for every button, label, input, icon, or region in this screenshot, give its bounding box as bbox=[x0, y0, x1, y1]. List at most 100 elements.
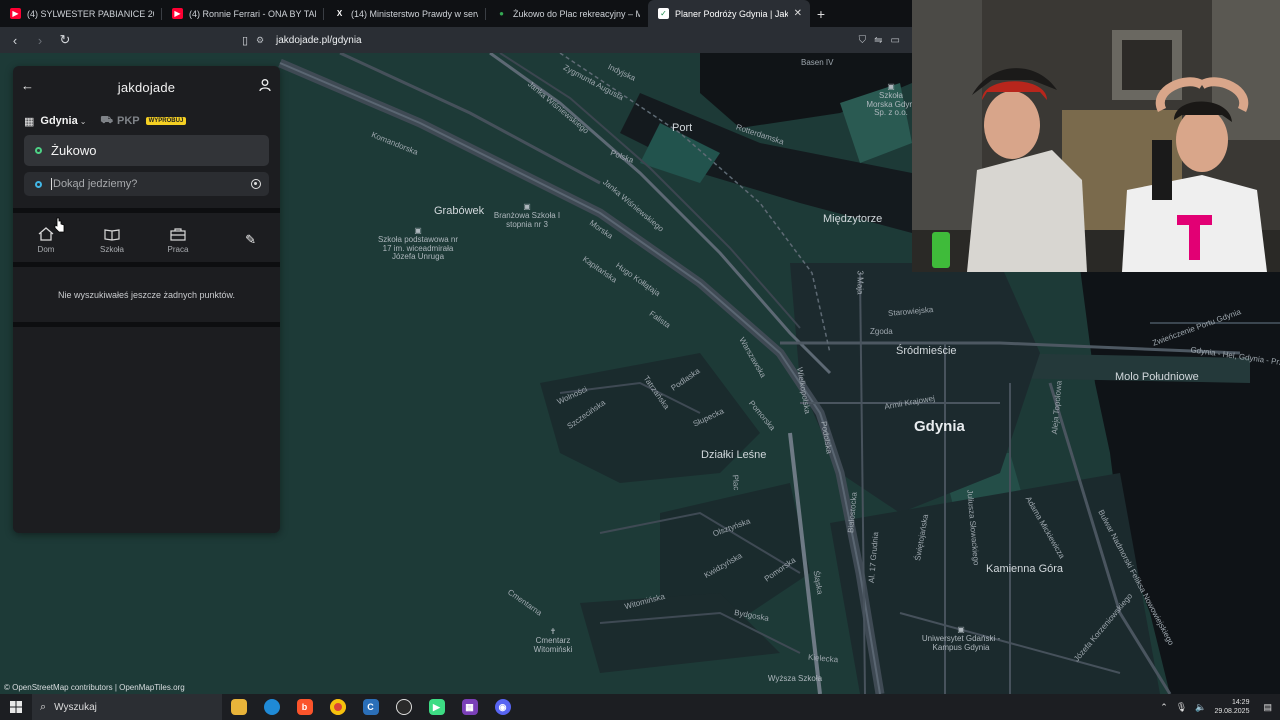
url-text: jakdojade.pl/gdynia bbox=[276, 35, 362, 46]
district-label: Działki Leśne bbox=[701, 449, 767, 461]
webcam-feed-image bbox=[912, 0, 1280, 272]
poi-label: ▣ Szkoła podstawowa nr 17 im. wiceadmira… bbox=[375, 226, 461, 262]
clock[interactable]: 14:29 29.08.2025 bbox=[1214, 698, 1249, 716]
site-info-icon[interactable]: ⚙ bbox=[256, 35, 268, 46]
shortcut-label: Szkoła bbox=[99, 245, 124, 254]
windows-start-icon[interactable] bbox=[0, 701, 32, 713]
divider bbox=[13, 262, 280, 267]
shortcut-home[interactable]: Dom bbox=[13, 226, 79, 254]
destination-dot-icon bbox=[35, 180, 42, 188]
destination-input[interactable] bbox=[51, 178, 251, 190]
search-placeholder: Wyszukaj bbox=[54, 701, 97, 713]
shortcut-label: Dom bbox=[37, 245, 55, 254]
system-tray: ⌃ 🎙 🔈 14:29 29.08.2025 ▤ bbox=[1160, 698, 1280, 716]
divider bbox=[13, 322, 280, 327]
book-icon bbox=[104, 229, 120, 241]
district-label: Grabówek bbox=[434, 205, 485, 217]
back-icon[interactable]: ‹ bbox=[5, 30, 25, 50]
chevron-down-icon[interactable]: ⌄ bbox=[80, 117, 87, 126]
youtube-icon: ▶ bbox=[172, 8, 183, 19]
pkp-toggle[interactable]: ⛟ PKP bbox=[100, 115, 139, 128]
app-icon[interactable]: ▦ bbox=[453, 694, 486, 720]
city-selector-row: ▦ Gdynia ⌄ ⛟ PKP WYPRÓBUJ bbox=[13, 108, 280, 134]
reload-icon[interactable]: ↻ bbox=[55, 30, 75, 50]
taskbar-search[interactable]: ⌕ Wyszukaj bbox=[32, 694, 222, 720]
reader-icon[interactable]: ⇋ bbox=[874, 35, 882, 46]
brave-shield-icon[interactable]: ⛉ bbox=[859, 35, 867, 46]
poi-label: ▣ Branżowa Szkoła I stopnia nr 3 bbox=[492, 202, 562, 229]
browser-tab[interactable]: ● Żukowo do Plac rekreacyjny – Mapy bbox=[486, 0, 648, 27]
map-attribution[interactable]: © OpenStreetMap contributors | OpenMapTi… bbox=[4, 683, 185, 692]
tab-title: Planer Podróży Gdynia | Jakdojad bbox=[675, 8, 788, 19]
city-building-icon: ▦ bbox=[24, 115, 35, 128]
maps-pin-icon: ● bbox=[499, 9, 504, 18]
sidebar-icon[interactable]: ▭ bbox=[891, 35, 900, 46]
street-label: Plac bbox=[730, 474, 741, 491]
pkp-label: PKP bbox=[117, 115, 140, 127]
empty-history-message: Nie wyszukiwałeś jeszcze żadnych punktów… bbox=[57, 290, 236, 300]
district-label: Kamienna Góra bbox=[986, 563, 1064, 575]
microphone-icon[interactable]: 🎙 bbox=[1176, 702, 1187, 713]
try-badge: WYPRÓBUJ bbox=[145, 117, 187, 125]
new-tab-button[interactable]: + bbox=[810, 0, 832, 27]
browser-tab[interactable]: X (14) Ministerstwo Prawdy w serwisie bbox=[324, 0, 486, 27]
poi-label: Wyższa Szkoła bbox=[760, 674, 830, 684]
shortcut-school[interactable]: Szkoła bbox=[79, 226, 145, 254]
x-icon: X bbox=[336, 9, 343, 18]
district-label: Śródmieście bbox=[896, 345, 957, 357]
tab-title: Żukowo do Plac rekreacyjny – Mapy bbox=[513, 8, 640, 19]
brand-logo[interactable]: jakdojade bbox=[118, 80, 175, 95]
browser-tab-active[interactable]: ✓ Planer Podróży Gdynia | Jakdojad ✕ bbox=[648, 0, 810, 27]
speaker-icon[interactable]: 🔈 bbox=[1195, 702, 1206, 713]
briefcase-icon bbox=[170, 228, 186, 241]
city-label: Gdynia bbox=[914, 418, 965, 435]
forward-icon[interactable]: › bbox=[30, 30, 50, 50]
close-tab-icon[interactable]: ✕ bbox=[788, 8, 802, 19]
chevron-up-icon[interactable]: ⌃ bbox=[1160, 702, 1168, 713]
to-field[interactable] bbox=[24, 172, 269, 196]
obs-icon[interactable] bbox=[387, 694, 420, 720]
search-icon: ⌕ bbox=[40, 700, 47, 713]
poi-text: Szkoła Morska Gdyni Sp. z o.o. bbox=[866, 90, 916, 118]
browser-tab-strip: ▶ (4) SYLWESTER PABIANICE 2022 ▶ (4) Ron… bbox=[0, 0, 912, 27]
poi-text: Cmentarz Witomiński bbox=[533, 635, 573, 654]
user-icon[interactable] bbox=[258, 78, 272, 92]
place-label: Molo Południowe bbox=[1115, 371, 1199, 383]
origin-dot-icon bbox=[35, 147, 42, 154]
browser-tab[interactable]: ▶ (4) Ronnie Ferrari - ONA BY TAK CHC bbox=[162, 0, 324, 27]
poi-text: Branżowa Szkoła I stopnia nr 3 bbox=[493, 210, 561, 229]
tab-title: (4) Ronnie Ferrari - ONA BY TAK CHC bbox=[189, 8, 316, 19]
file-explorer-icon[interactable] bbox=[222, 694, 255, 720]
taskbar: ⌕ Wyszukaj b C ▶ ▦ ◉ ⌃ 🎙 🔈 14:29 29.08.2… bbox=[0, 694, 1280, 720]
browser-toolbar: ‹ › ↻ ▯ ⚙ jakdojade.pl/gdynia ⛉ ⇋ ▭ bbox=[0, 27, 912, 53]
locate-me-icon[interactable] bbox=[251, 179, 261, 189]
place-label: Zgoda bbox=[870, 327, 893, 336]
shortcut-work[interactable]: Praca bbox=[145, 226, 211, 254]
divider bbox=[13, 208, 280, 213]
ccleaner-icon[interactable]: C bbox=[354, 694, 387, 720]
poi-text: Wyższa Szkoła bbox=[767, 674, 823, 683]
district-label: Port bbox=[672, 122, 693, 134]
tab-title: (4) SYLWESTER PABIANICE 2022 bbox=[27, 8, 154, 19]
webcam-overlay bbox=[912, 0, 1280, 272]
jakdojade-icon: ✓ bbox=[658, 8, 669, 19]
android-studio-icon[interactable]: ▶ bbox=[420, 694, 453, 720]
poi-label: ▣ Uniwersytet Gdański - Kampus Gdynia bbox=[920, 625, 1002, 652]
bookmark-icon[interactable]: ▯ bbox=[235, 30, 255, 50]
train-icon: ⛟ bbox=[100, 114, 113, 126]
notifications-icon[interactable]: ▤ bbox=[1263, 702, 1272, 713]
city-selector[interactable]: Gdynia bbox=[40, 115, 77, 127]
brave-icon[interactable]: b bbox=[288, 694, 321, 720]
chrome-icon[interactable] bbox=[321, 694, 354, 720]
address-bar[interactable]: ⚙ jakdojade.pl/gdynia ⛉ ⇋ ▭ bbox=[256, 31, 908, 50]
back-arrow-icon[interactable]: ← bbox=[21, 78, 34, 93]
shortcut-label: Praca bbox=[167, 245, 189, 254]
from-field[interactable]: Żukowo bbox=[24, 135, 269, 166]
edge-icon[interactable] bbox=[255, 694, 288, 720]
district-label: Międzytorze bbox=[823, 213, 883, 225]
browser-tab[interactable]: ▶ (4) SYLWESTER PABIANICE 2022 bbox=[0, 0, 162, 27]
pencil-icon[interactable]: ✎ bbox=[245, 232, 256, 248]
poi-label: ✝ Cmentarz Witomiński bbox=[528, 627, 578, 654]
tab-title: (14) Ministerstwo Prawdy w serwisie bbox=[351, 8, 478, 19]
discord-icon[interactable]: ◉ bbox=[486, 694, 519, 720]
